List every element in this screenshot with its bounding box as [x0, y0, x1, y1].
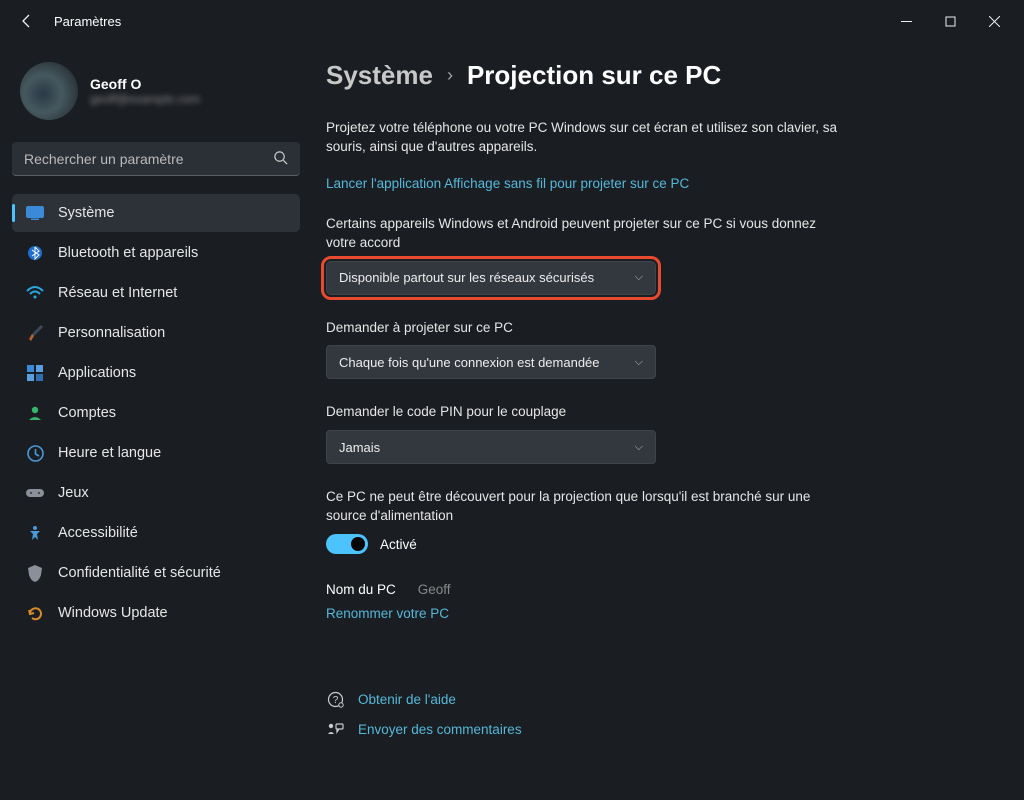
close-button[interactable]	[972, 6, 1016, 36]
minimize-icon	[901, 16, 912, 27]
sidebar-item-label: Accessibilité	[58, 525, 138, 541]
bluetooth-icon	[26, 244, 44, 262]
svg-text:?: ?	[332, 695, 338, 706]
sidebar-item-system[interactable]: Système	[12, 194, 300, 232]
setting2-value: Chaque fois qu'une connexion est demandé…	[339, 355, 600, 370]
setting2-label: Demander à projeter sur ce PC	[326, 319, 846, 338]
setting4-toggle[interactable]	[326, 534, 368, 554]
sidebar-item-label: Heure et langue	[58, 445, 161, 461]
accessibility-icon	[26, 524, 44, 542]
chevron-right-icon: ›	[447, 65, 453, 86]
sidebar-item-personalization[interactable]: Personnalisation	[12, 314, 300, 352]
sidebar-item-label: Réseau et Internet	[58, 285, 177, 301]
profile-email: geoff@example.com	[90, 92, 200, 106]
sidebar-item-time-language[interactable]: Heure et langue	[12, 434, 300, 472]
sidebar-item-label: Windows Update	[58, 605, 168, 621]
person-icon	[26, 404, 44, 422]
setting3-label: Demander le code PIN pour le couplage	[326, 403, 846, 422]
search-icon	[273, 150, 288, 168]
get-help-link[interactable]: Obtenir de l'aide	[358, 692, 456, 707]
feedback-icon	[326, 722, 344, 737]
sidebar: Geoff O geoff@example.com Système Blueto…	[0, 42, 310, 800]
setting1-value: Disponible partout sur les réseaux sécur…	[339, 270, 594, 285]
help-icon: ?	[326, 691, 344, 708]
sidebar-item-privacy[interactable]: Confidentialité et sécurité	[12, 554, 300, 592]
setting4-toggle-label: Activé	[380, 537, 417, 552]
maximize-button[interactable]	[928, 6, 972, 36]
breadcrumb: Système › Projection sur ce PC	[326, 60, 984, 91]
pc-name-value: Geoff	[418, 582, 451, 597]
sidebar-item-label: Système	[58, 205, 114, 221]
sidebar-item-gaming[interactable]: Jeux	[12, 474, 300, 512]
sidebar-item-label: Jeux	[58, 485, 89, 501]
profile-name: Geoff O	[90, 76, 200, 92]
search-input[interactable]	[24, 151, 273, 167]
back-button[interactable]	[14, 8, 40, 34]
sidebar-item-label: Confidentialité et sécurité	[58, 565, 221, 581]
sidebar-item-windows-update[interactable]: Windows Update	[12, 594, 300, 632]
chevron-down-icon: ⌵	[635, 356, 643, 369]
setting1-label: Certains appareils Windows et Android pe…	[326, 215, 846, 253]
sidebar-item-accounts[interactable]: Comptes	[12, 394, 300, 432]
sidebar-item-label: Personnalisation	[58, 325, 165, 341]
clock-globe-icon	[26, 444, 44, 462]
rename-pc-link[interactable]: Renommer votre PC	[326, 606, 449, 621]
nav-list: Système Bluetooth et appareils Réseau et…	[12, 194, 300, 632]
display-icon	[26, 204, 44, 222]
feedback-row[interactable]: Envoyer des commentaires	[326, 722, 984, 737]
setting4-label: Ce PC ne peut être découvert pour la pro…	[326, 488, 846, 526]
apps-icon	[26, 364, 44, 382]
close-icon	[989, 16, 1000, 27]
pc-name-label: Nom du PC	[326, 582, 396, 597]
page-description: Projetez votre téléphone ou votre PC Win…	[326, 119, 866, 157]
get-help-row[interactable]: ? Obtenir de l'aide	[326, 691, 984, 708]
setting1-dropdown[interactable]: Disponible partout sur les réseaux sécur…	[326, 261, 656, 295]
breadcrumb-level1[interactable]: Système	[326, 60, 433, 91]
breadcrumb-level2: Projection sur ce PC	[467, 60, 721, 91]
sidebar-item-accessibility[interactable]: Accessibilité	[12, 514, 300, 552]
setting3-dropdown[interactable]: Jamais ⌵	[326, 430, 656, 464]
feedback-link[interactable]: Envoyer des commentaires	[358, 722, 522, 737]
main-content: Système › Projection sur ce PC Projetez …	[310, 42, 1024, 800]
profile-block[interactable]: Geoff O geoff@example.com	[12, 52, 300, 138]
gamepad-icon	[26, 484, 44, 502]
titlebar: Paramètres	[0, 0, 1024, 42]
avatar	[20, 62, 78, 120]
shield-icon	[26, 564, 44, 582]
maximize-icon	[945, 16, 956, 27]
window-title: Paramètres	[54, 14, 121, 29]
sidebar-item-apps[interactable]: Applications	[12, 354, 300, 392]
chevron-down-icon: ⌵	[635, 271, 643, 284]
sidebar-item-label: Applications	[58, 365, 136, 381]
launch-wireless-display-link[interactable]: Lancer l'application Affichage sans fil …	[326, 176, 689, 191]
minimize-button[interactable]	[884, 6, 928, 36]
update-icon	[26, 604, 44, 622]
paintbrush-icon	[26, 324, 44, 342]
sidebar-item-network[interactable]: Réseau et Internet	[12, 274, 300, 312]
chevron-down-icon: ⌵	[635, 441, 643, 454]
arrow-left-icon	[19, 13, 35, 29]
sidebar-item-label: Bluetooth et appareils	[58, 245, 198, 261]
sidebar-item-label: Comptes	[58, 405, 116, 421]
search-box[interactable]	[12, 142, 300, 176]
wifi-icon	[26, 284, 44, 302]
setting3-value: Jamais	[339, 440, 380, 455]
setting2-dropdown[interactable]: Chaque fois qu'une connexion est demandé…	[326, 345, 656, 379]
sidebar-item-bluetooth[interactable]: Bluetooth et appareils	[12, 234, 300, 272]
